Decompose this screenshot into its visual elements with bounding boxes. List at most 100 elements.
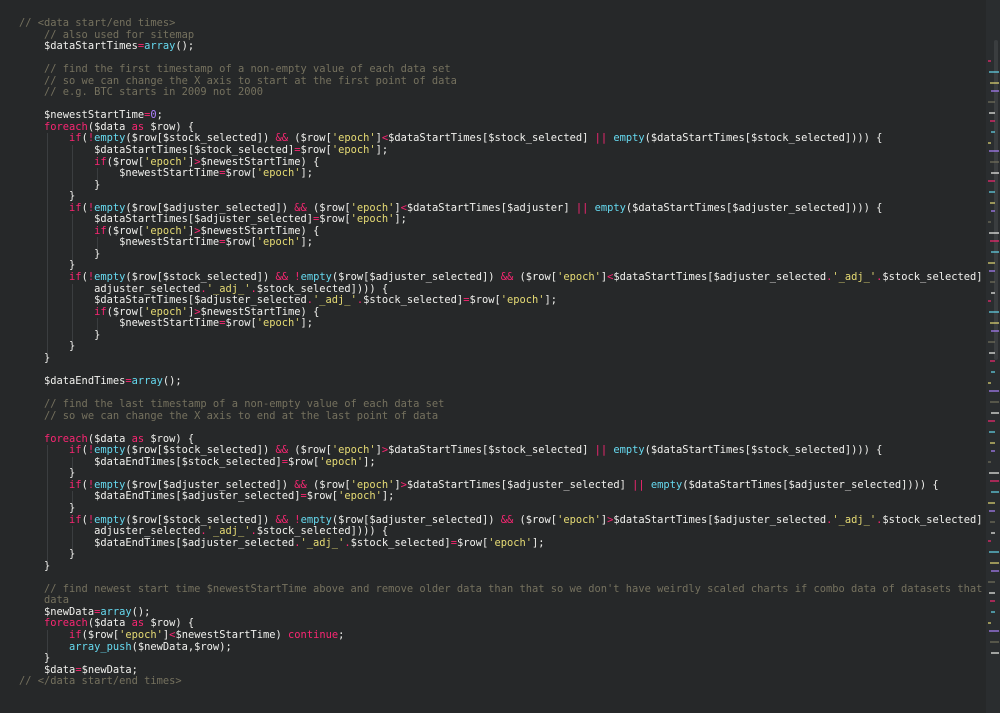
minimap-mark: [989, 232, 999, 234]
code-token: $newestStartTime: [19, 167, 220, 180]
code-token: .: [200, 525, 207, 538]
code-token: 'epoch': [350, 201, 395, 214]
minimap-mark: [991, 251, 999, 253]
code-token: $row[: [288, 455, 320, 468]
code-token: 'epoch': [500, 294, 545, 307]
code-token: '_adj_': [206, 282, 251, 295]
minimap-mark: [989, 390, 999, 392]
code-token: ];: [300, 167, 314, 180]
code-token: $row[: [225, 317, 257, 330]
minimap-mark: [990, 600, 995, 602]
code-token: 'epoch': [488, 536, 533, 549]
code-token: if: [19, 155, 107, 168]
code-token: $dataStartTimes[$adjuster]: [406, 201, 576, 214]
code-token: ($data: [87, 432, 132, 445]
code-token: $dataEndTimes[$adjuster_selected: [19, 536, 295, 549]
code-token: ($data: [87, 617, 132, 630]
code-line: $dataEndTimes[$stock_selected]=$row['epo…: [0, 455, 986, 469]
code-token: &&: [500, 271, 514, 284]
code-token: $stock_selected]: [350, 536, 451, 549]
code-token: (: [81, 201, 88, 214]
code-line: $newestStartTime=$row['epoch'];: [0, 237, 986, 249]
code-token: ($row[: [288, 132, 332, 145]
code-token: empty: [613, 444, 645, 457]
code-token: ]: [394, 201, 401, 214]
minimap-mark: [990, 641, 999, 643]
code-token: // </data start/end times>: [19, 675, 182, 688]
code-line: }: [0, 502, 986, 515]
code-token: data: [19, 594, 70, 607]
minimap-mark: [990, 240, 999, 242]
code-token: 'epoch': [331, 444, 376, 457]
code-token: ];: [375, 144, 389, 157]
minimap-mark: [991, 570, 999, 572]
code-token: empty: [94, 201, 126, 214]
code-token: ($row[$stock_selected]): [125, 271, 276, 284]
minimap-mark: [988, 221, 991, 223]
code-token: ||: [632, 478, 645, 491]
code-line: $dataStartTimes=array();: [0, 40, 986, 53]
minimap-mark: [989, 431, 995, 433]
code-token: .: [250, 525, 257, 538]
minimap-mark: [991, 611, 995, 613]
code-token: $newestStartTime): [175, 628, 289, 641]
code-token: '_adj_': [206, 525, 251, 538]
code-token: as: [131, 617, 145, 630]
code-token: continue: [288, 628, 339, 641]
code-token: }: [19, 190, 76, 203]
code-token: if: [19, 201, 82, 214]
code-token: $row[: [456, 536, 489, 549]
minimap-mark: [988, 101, 995, 103]
code-line: // so we can change the X axis to end at…: [0, 410, 986, 423]
minimap-mark: [991, 412, 999, 414]
code-line: // </data start/end times>: [0, 675, 986, 688]
code-token: ($row[: [81, 628, 120, 641]
code-line: }: [0, 560, 986, 573]
code-token: (: [81, 271, 88, 284]
code-token: ($row[: [513, 271, 558, 284]
code-token: ];: [363, 455, 376, 468]
code-token: }: [19, 652, 51, 665]
code-area[interactable]: // <data start/end times> // also used f…: [0, 17, 986, 688]
code-line: // find the first timestamp of a non-emp…: [0, 63, 986, 76]
code-token: &&: [294, 201, 307, 214]
code-token: $dataStartTimes[$adjuster_selected]: [406, 478, 633, 491]
minimap-mark: [991, 532, 995, 534]
code-token: !: [294, 513, 301, 526]
code-token: ];: [300, 317, 314, 330]
code-token: 'epoch': [256, 317, 301, 330]
code-editor[interactable]: // <data start/end times> // also used f…: [0, 0, 986, 713]
code-token: '_adj_': [313, 294, 357, 307]
code-token: '_adj_': [832, 513, 877, 526]
code-token: array: [144, 40, 176, 53]
code-token: ($row[: [513, 513, 558, 526]
code-token: ]: [394, 478, 401, 491]
code-token: ($row[$stock_selected]): [125, 132, 276, 145]
minimap[interactable]: [986, 0, 1000, 713]
code-token: $stock_selected]: [882, 271, 986, 284]
code-token: ($row[: [288, 444, 332, 457]
code-token: array: [131, 374, 163, 387]
code-token: $dataStartTimes[$stock_selected]: [388, 444, 595, 457]
minimap-mark: [990, 480, 999, 482]
minimap-mark: [990, 82, 999, 84]
minimap-mark: [991, 131, 995, 133]
code-token: ];: [381, 490, 395, 503]
code-token: $dataStartTimes[$adjuster_selected: [613, 271, 827, 284]
minimap-mark: [990, 442, 995, 444]
code-token: if: [19, 628, 82, 641]
code-token: ||: [594, 132, 608, 145]
minimap-mark: [988, 262, 995, 264]
code-token: // e.g. BTC starts in 2009 not 2000: [19, 86, 263, 99]
code-line: $newestStartTime=$row['epoch'];: [0, 167, 986, 180]
code-token: ];: [544, 294, 558, 307]
code-token: (: [81, 444, 88, 457]
code-token: }: [19, 340, 76, 353]
code-token: .: [344, 536, 351, 549]
code-token: '_adj_': [300, 536, 345, 549]
code-line: }: [0, 652, 986, 665]
code-token: if: [19, 132, 82, 145]
minimap-mark: [988, 622, 991, 624]
minimap-mark: [990, 521, 995, 523]
